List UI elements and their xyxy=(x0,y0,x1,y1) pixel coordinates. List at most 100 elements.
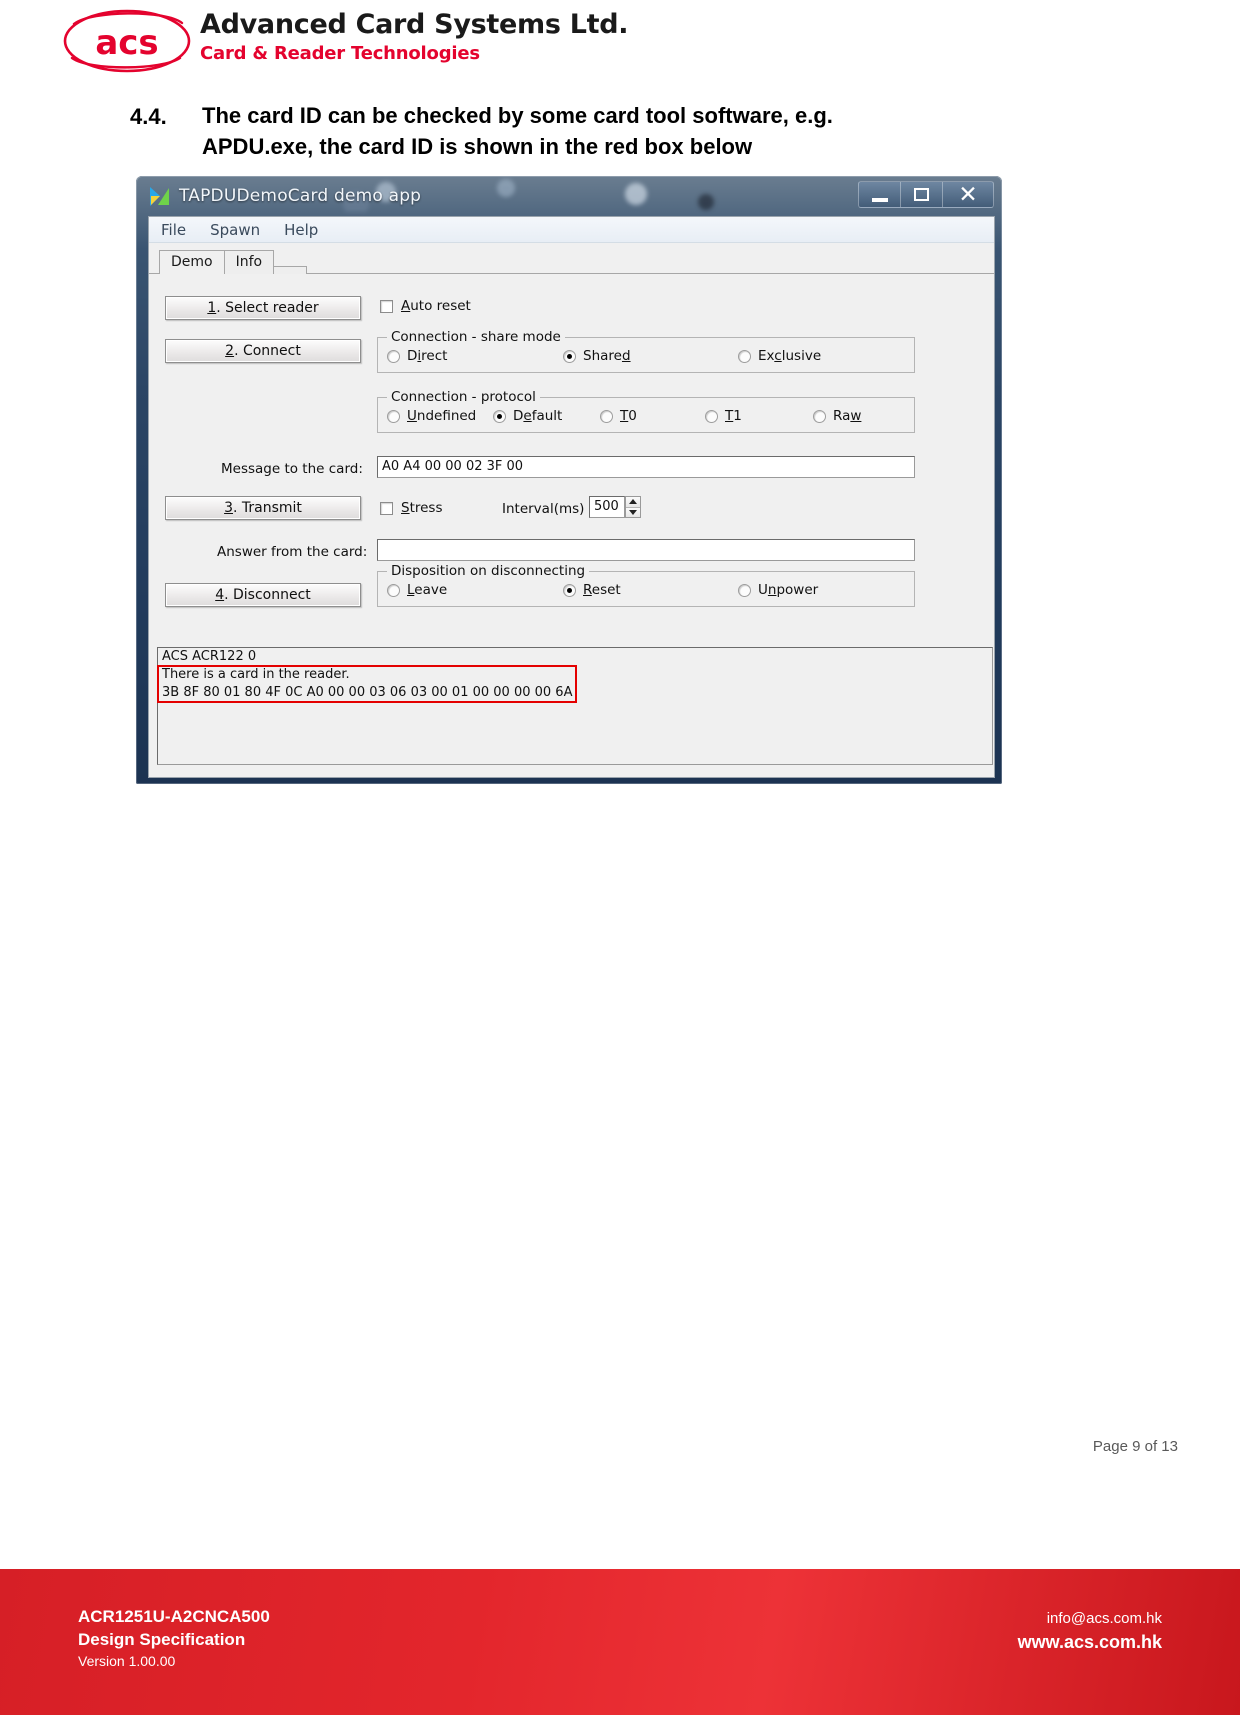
radio-undefined-label: Undefined xyxy=(407,408,477,424)
section-number: 4.4. xyxy=(130,104,167,129)
page-header: acs Advanced Card Systems Ltd. Card & Re… xyxy=(0,0,1240,82)
connect-label: . Connect xyxy=(234,343,301,359)
section-title-line2: APDU.exe, the card ID is shown in the re… xyxy=(202,134,753,159)
radio-undefined[interactable]: Undefined xyxy=(387,408,476,424)
radio-t0-label: T0 xyxy=(620,408,637,424)
tab-info[interactable]: Info xyxy=(223,250,275,274)
embedded-screenshot: TAPDUDemoCard demo app ✕ File Spawn Help… xyxy=(136,176,1002,784)
answer-from-card-label: Answer from the card: xyxy=(217,544,368,560)
company-tagline: Card & Reader Technologies xyxy=(200,43,480,64)
footer-contact: info@acs.com.hk www.acs.com.hk xyxy=(1018,1607,1162,1655)
radio-unpower-icon xyxy=(738,583,751,597)
section-title-line1: The card ID can be checked by some card … xyxy=(202,103,833,128)
tab-spacer xyxy=(273,266,308,274)
window-client-area: File Spawn Help Demo Info 1. Select read… xyxy=(148,216,995,778)
radio-t1-label: T1 xyxy=(725,408,742,424)
protocol-title: Connection - protocol xyxy=(387,389,540,405)
interval-input[interactable]: 500 xyxy=(589,496,625,518)
log-line-status: There is a card in the reader. xyxy=(162,667,350,682)
section-heading: 4.4. The card ID can be checked by some … xyxy=(130,100,1010,162)
minimize-button[interactable] xyxy=(858,181,900,208)
radio-default-icon xyxy=(493,409,506,423)
menu-file[interactable]: File xyxy=(161,221,186,239)
radio-leave[interactable]: Leave xyxy=(387,582,447,598)
interval-label: Interval(ms) xyxy=(502,501,585,517)
page-indicator: Page 9 of 13 xyxy=(1092,1438,1178,1455)
stress-label: Stress xyxy=(401,500,443,516)
radio-direct-icon xyxy=(387,349,400,363)
footer-email[interactable]: info@acs.com.hk xyxy=(1018,1607,1162,1630)
radio-direct-label: Direct xyxy=(407,348,448,364)
footer-doc-info: ACR1251U-A2CNCA500 Design Specification … xyxy=(78,1605,270,1672)
interval-stepper[interactable] xyxy=(625,496,641,518)
stress-box-icon xyxy=(380,501,393,515)
select-reader-button[interactable]: 1. Select reader xyxy=(165,296,361,320)
select-reader-label: . Select reader xyxy=(216,300,319,316)
stepper-up-button[interactable] xyxy=(626,497,640,508)
radio-leave-icon xyxy=(387,583,400,597)
transmit-button[interactable]: 3. Transmit xyxy=(165,496,361,520)
radio-raw-label: Raw xyxy=(833,408,862,424)
app-icon xyxy=(150,186,170,206)
radio-shared-label: Shared xyxy=(583,348,631,364)
radio-leave-label: Leave xyxy=(407,582,448,598)
menu-help[interactable]: Help xyxy=(284,221,318,239)
window-titlebar: TAPDUDemoCard demo app ✕ xyxy=(136,176,1002,216)
radio-raw-icon xyxy=(813,409,826,423)
share-mode-title: Connection - share mode xyxy=(387,329,565,345)
transmit-accel: 3 xyxy=(224,500,233,516)
menu-spawn[interactable]: Spawn xyxy=(210,221,260,239)
window-controls: ✕ xyxy=(858,181,994,208)
tab-demo[interactable]: Demo xyxy=(159,250,225,275)
acs-logo-icon: acs xyxy=(62,8,192,74)
radio-undefined-icon xyxy=(387,409,400,423)
message-to-card-label: Message to the card: xyxy=(221,461,363,477)
radio-t1-icon xyxy=(705,409,718,423)
close-icon: ✕ xyxy=(958,181,978,208)
protocol-group: Connection - protocol Undefined Default … xyxy=(377,389,915,433)
window-title: TAPDUDemoCard demo app xyxy=(179,186,422,206)
svg-text:acs: acs xyxy=(95,23,158,63)
brand-wordmark: Advanced Card Systems Ltd. Card & Reader… xyxy=(200,8,629,66)
footer-product: ACR1251U-A2CNCA500 xyxy=(78,1607,270,1626)
stress-checkbox[interactable]: Stress xyxy=(380,500,443,516)
footer-doc-type: Design Specification xyxy=(78,1630,246,1649)
radio-unpower[interactable]: Unpower xyxy=(738,582,818,598)
radio-reset-label: Reset xyxy=(583,582,621,598)
radio-t1[interactable]: T1 xyxy=(705,408,742,424)
radio-shared-icon xyxy=(563,349,576,363)
answer-from-card-input[interactable] xyxy=(377,539,915,561)
maximize-button[interactable] xyxy=(900,181,942,208)
minimize-icon xyxy=(871,197,888,202)
section-title: The card ID can be checked by some card … xyxy=(202,100,1010,162)
stepper-down-button[interactable] xyxy=(626,507,640,517)
disconnect-button[interactable]: 4. Disconnect xyxy=(165,583,361,607)
disconnect-label: . Disconnect xyxy=(224,587,311,603)
connect-accel: 2 xyxy=(225,343,235,359)
chevron-down-icon xyxy=(629,509,637,515)
message-to-card-input[interactable]: A0 A4 00 00 02 3F 00 xyxy=(377,456,915,478)
log-output[interactable]: ACS ACR122 0 There is a card in the read… xyxy=(157,647,993,765)
menu-bar: File Spawn Help xyxy=(149,217,994,243)
disposition-title: Disposition on disconnecting xyxy=(387,563,590,579)
radio-shared[interactable]: Shared xyxy=(563,348,631,364)
radio-default-label: Default xyxy=(513,408,563,424)
connect-button[interactable]: 2. Connect xyxy=(165,339,361,363)
radio-exclusive[interactable]: Exclusive xyxy=(738,348,821,364)
radio-reset[interactable]: Reset xyxy=(563,582,621,598)
company-name: Advanced Card Systems Ltd. xyxy=(200,9,629,40)
footer-website[interactable]: www.acs.com.hk xyxy=(1018,1630,1162,1655)
radio-t0-icon xyxy=(600,409,613,423)
tab-strip: Demo Info xyxy=(149,247,994,275)
radio-direct[interactable]: Direct xyxy=(387,348,447,364)
select-reader-accel: 1 xyxy=(207,300,217,316)
radio-default[interactable]: Default xyxy=(493,408,562,424)
page-footer: ACR1251U-A2CNCA500 Design Specification … xyxy=(0,1569,1240,1715)
radio-t0[interactable]: T0 xyxy=(600,408,637,424)
close-button[interactable]: ✕ xyxy=(942,181,994,208)
radio-exclusive-icon xyxy=(738,349,751,363)
disconnect-accel: 4 xyxy=(215,587,225,603)
radio-raw[interactable]: Raw xyxy=(813,408,861,424)
auto-reset-checkbox[interactable]: Auto reset xyxy=(380,298,471,314)
radio-reset-icon xyxy=(563,583,576,597)
